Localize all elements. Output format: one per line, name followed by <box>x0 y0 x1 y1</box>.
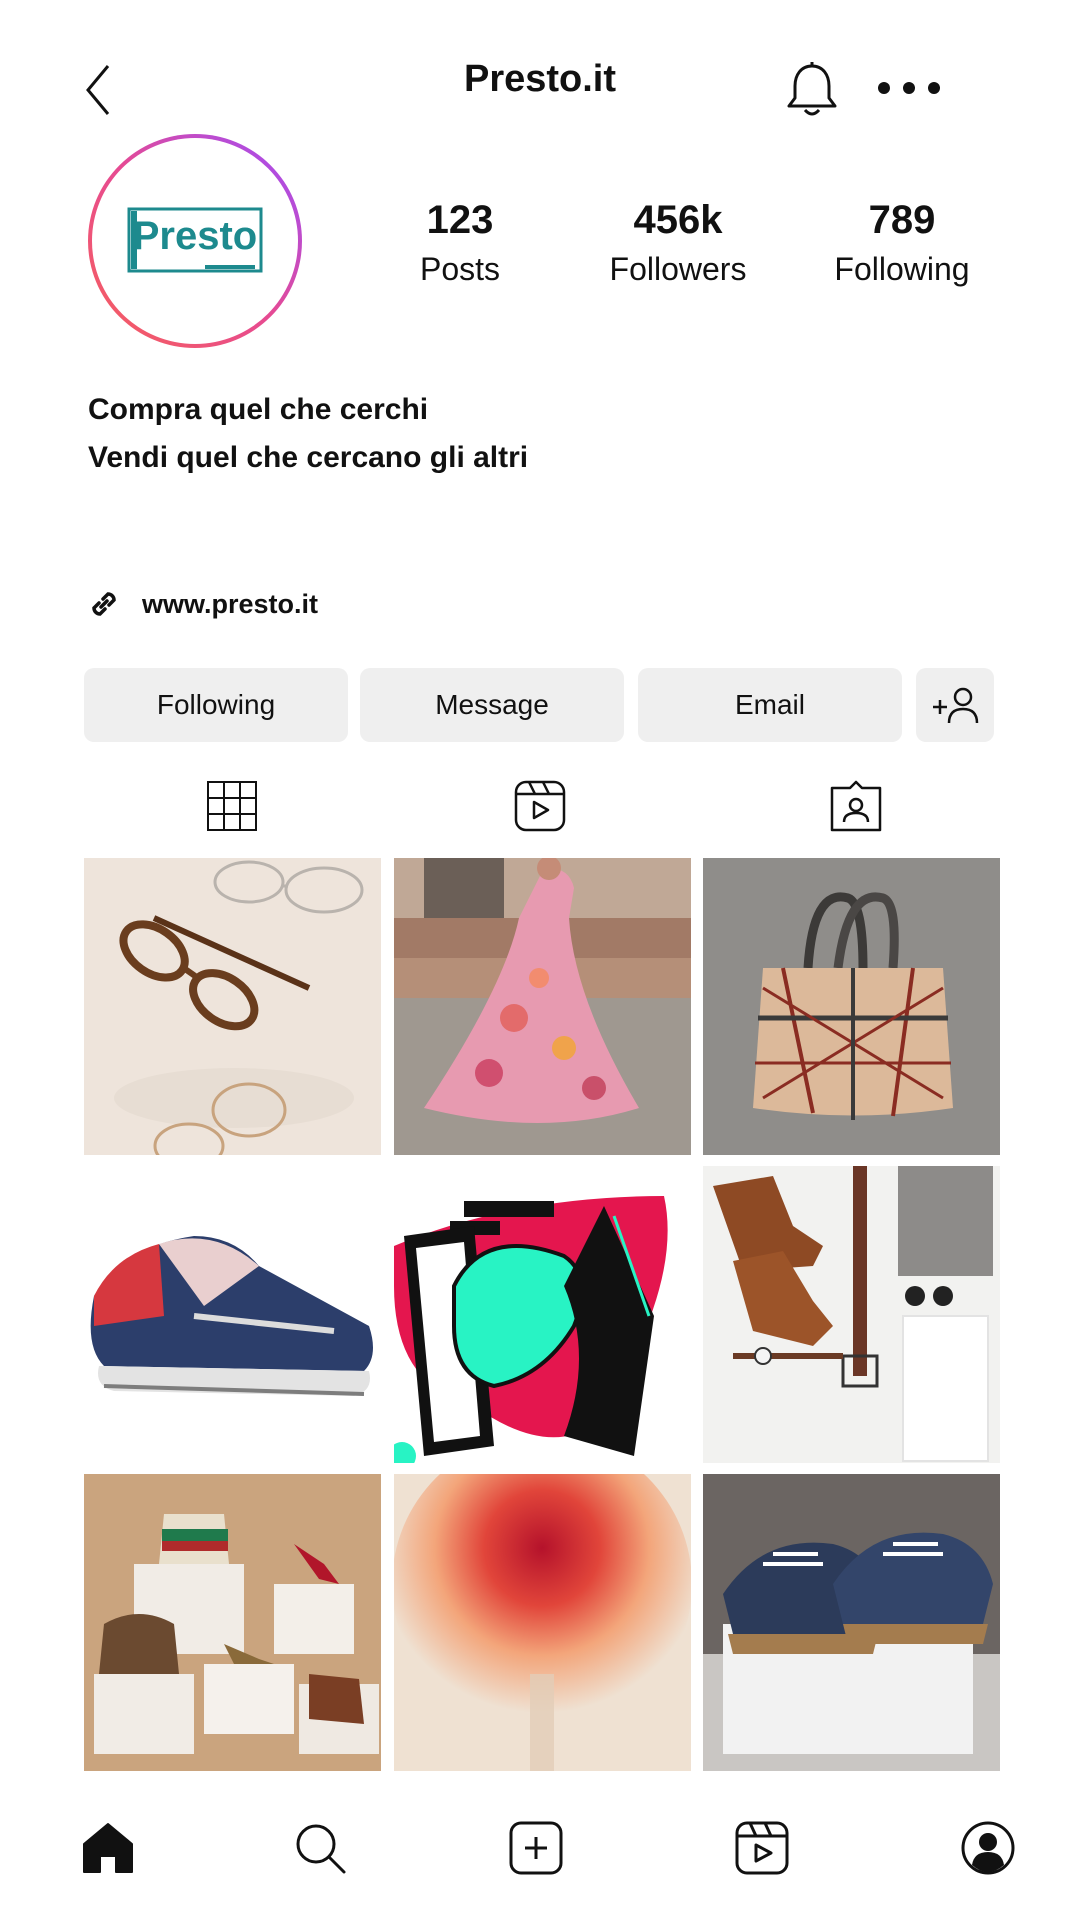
floral-dress-image <box>394 858 691 1155</box>
following-stat[interactable]: 789 Following <box>812 196 992 290</box>
grid-tab-icon[interactable] <box>204 778 260 834</box>
logo-text: Presto <box>132 214 258 258</box>
post-sneaker[interactable] <box>84 1166 381 1463</box>
sneaker-image <box>84 1166 381 1463</box>
following-label: Following <box>834 251 970 287</box>
followers-count: 456k <box>633 198 723 242</box>
blurred-flower-image <box>394 1474 691 1771</box>
followers-stat[interactable]: 456k Followers <box>583 196 773 290</box>
email-button[interactable]: Email <box>638 668 902 742</box>
add-person-icon <box>933 687 979 724</box>
post-blurred-flower[interactable] <box>394 1474 691 1771</box>
reels-tab-icon[interactable] <box>512 778 568 834</box>
bags-and-heels-image <box>84 1474 381 1771</box>
profile-icon[interactable] <box>960 1820 1016 1876</box>
glasses-image <box>84 858 381 1155</box>
post-plaid-handbag[interactable] <box>703 858 1000 1155</box>
followers-label: Followers <box>609 251 747 287</box>
profile-avatar[interactable]: Presto <box>88 134 302 348</box>
illustration-sweater-image <box>394 1166 691 1463</box>
link-icon <box>92 592 116 616</box>
bio-line-1: Compra quel che cerchi <box>88 393 429 426</box>
bio-line-2: Vendi quel che cercano gli altri <box>88 441 529 474</box>
tagged-tab-icon[interactable] <box>828 778 884 834</box>
post-boots-flatlay[interactable] <box>703 1166 1000 1463</box>
following-count: 789 <box>868 198 936 242</box>
create-post-icon[interactable] <box>508 1820 564 1876</box>
home-icon[interactable] <box>80 1820 136 1876</box>
posts-count: 123 <box>426 198 494 242</box>
plaid-handbag-image <box>703 858 1000 1155</box>
add-person-button[interactable] <box>916 668 994 742</box>
reels-nav-icon[interactable] <box>734 1820 790 1876</box>
post-espadrille-sneakers[interactable] <box>703 1474 1000 1771</box>
posts-stat[interactable]: 123 Posts <box>370 196 550 290</box>
bell-icon[interactable] <box>784 60 840 120</box>
post-floral-dress[interactable] <box>394 858 691 1155</box>
posts-label: Posts <box>419 251 501 287</box>
search-icon[interactable] <box>292 1820 348 1876</box>
message-button[interactable]: Message <box>360 668 624 742</box>
espadrille-sneakers-image <box>703 1474 1000 1771</box>
following-button[interactable]: Following <box>84 668 348 742</box>
bio: Compra quel che cerchi Vendi quel che ce… <box>88 386 528 482</box>
post-bags-and-heels[interactable] <box>84 1474 381 1771</box>
boots-flatlay-image <box>703 1166 1000 1463</box>
post-glasses[interactable] <box>84 858 381 1155</box>
post-illustration-sweater[interactable] <box>394 1166 691 1463</box>
website-link-text[interactable]: www.presto.it <box>142 589 318 620</box>
website-link[interactable]: www.presto.it <box>86 586 318 622</box>
more-horizontal-icon[interactable] <box>874 76 944 100</box>
